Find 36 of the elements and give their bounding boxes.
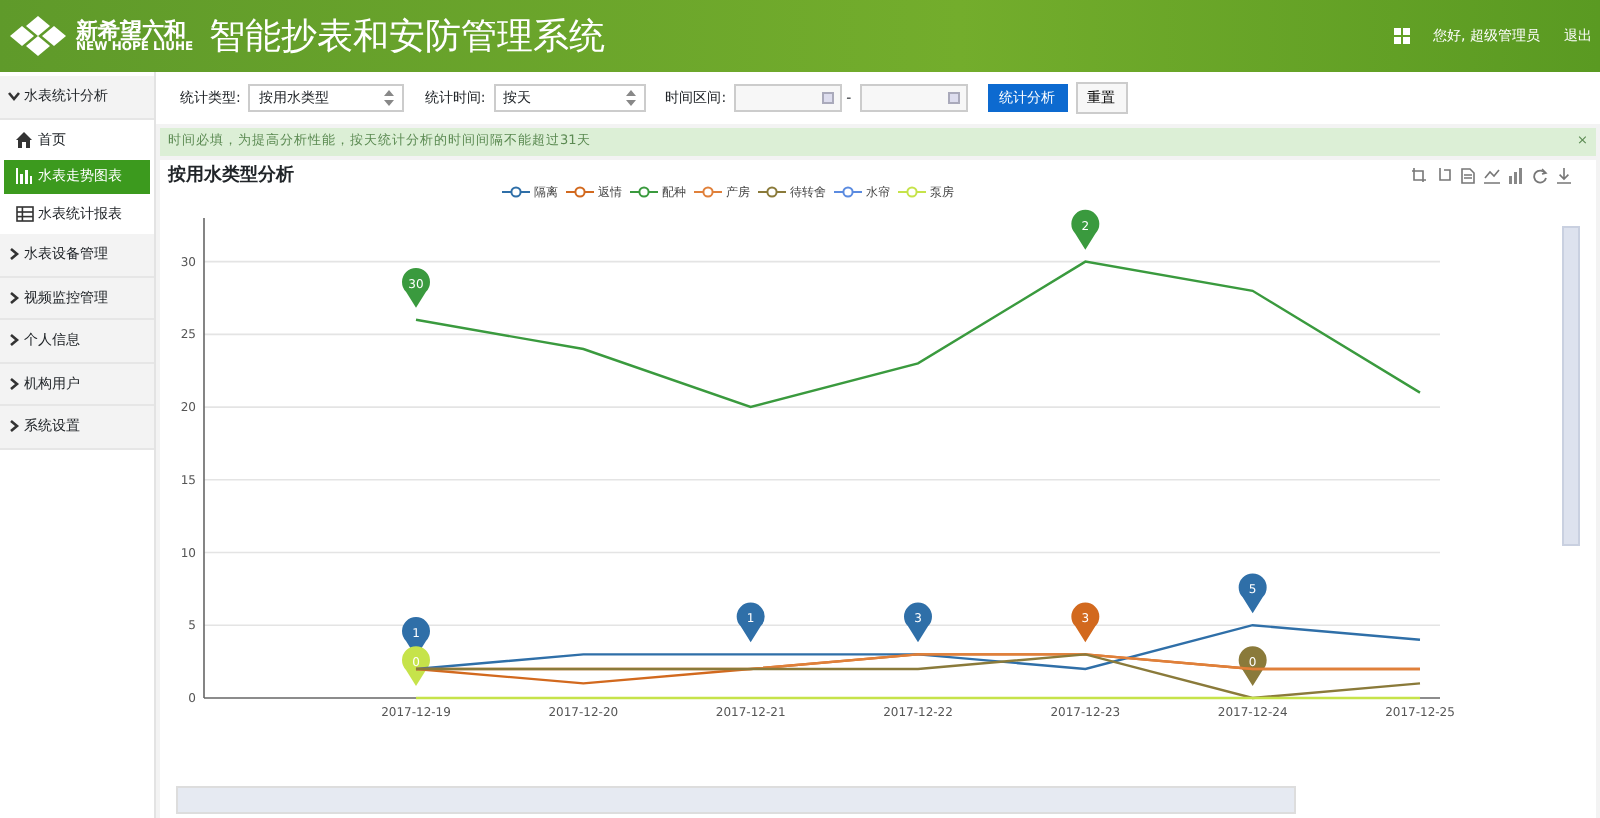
chart-title: 按用水类型分析 (168, 164, 294, 190)
chevron-right-icon (8, 334, 20, 347)
bar-chart-icon[interactable] (1508, 168, 1524, 184)
scrollbar[interactable] (1562, 225, 1580, 545)
zoom-reset-icon[interactable] (1436, 168, 1452, 184)
chevron-right-icon (8, 377, 20, 390)
dropdown-arrow-icon (384, 90, 395, 106)
chevron-right-icon (8, 248, 20, 261)
bar-chart-icon (16, 168, 34, 185)
app-title: 智能抄表和安防管理系统 (209, 13, 606, 61)
download-icon[interactable] (1556, 168, 1572, 184)
date-field[interactable] (734, 84, 843, 112)
legend-marker-icon (502, 186, 530, 198)
line-chart-icon[interactable] (1484, 168, 1500, 184)
legend-marker-icon (566, 186, 594, 198)
dropdown-arrow-icon (625, 90, 636, 106)
date-field[interactable] (859, 84, 968, 112)
legend-marker-icon (898, 186, 926, 198)
grid-icon[interactable] (1393, 28, 1410, 44)
calendar-icon (822, 92, 835, 104)
zoom-slider[interactable] (178, 788, 1294, 812)
legend-marker-icon (758, 186, 786, 198)
home-icon (16, 131, 34, 148)
calendar-icon (947, 92, 960, 104)
legend-marker-icon (834, 186, 862, 198)
document-icon[interactable] (1460, 168, 1476, 184)
crop-zoom-icon[interactable] (1412, 168, 1428, 184)
brand-name: 新希望六和 (76, 19, 186, 41)
table-icon (16, 205, 34, 222)
chevron-down-icon (8, 90, 20, 103)
legend-marker-icon (694, 186, 722, 198)
logo-icon (8, 14, 68, 58)
chevron-right-icon (8, 420, 20, 433)
chevron-right-icon (8, 291, 20, 304)
refresh-icon[interactable] (1532, 168, 1548, 184)
legend-marker-icon (630, 186, 658, 198)
